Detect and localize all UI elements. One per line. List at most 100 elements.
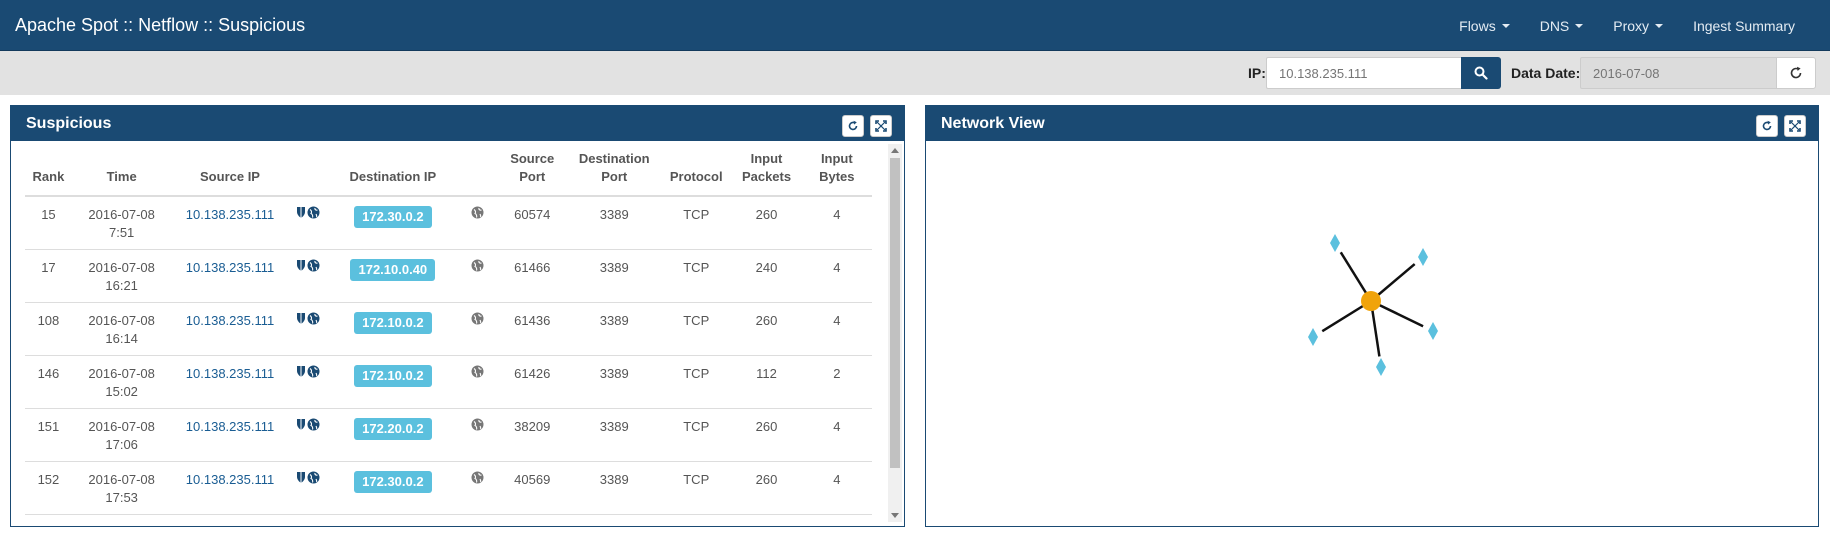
scroll-down-arrow[interactable] [891,513,899,518]
column-header[interactable]: Destination IP [328,142,458,197]
destination-ip-badge[interactable]: 172.30.0.2 [354,206,432,228]
protocol-cell: TCP [661,355,732,409]
reputation-icons[interactable] [296,206,320,219]
nav-item-label: DNS [1539,17,1570,34]
column-header[interactable]: Input Bytes [801,142,872,197]
time-cell: 2016-07-08 16:21 [71,249,172,303]
globe-icon[interactable] [471,365,484,381]
reputation-icons[interactable] [296,418,320,431]
source-ip-link[interactable]: 10.138.235.111 [186,419,274,434]
source-ip-link[interactable]: 10.138.235.111 [186,207,274,222]
reset-date-button[interactable] [1776,57,1816,89]
source-ip-link[interactable]: 10.138.235.111 [186,313,274,328]
ip-input[interactable] [1266,57,1461,89]
destination-ip-badge[interactable]: 172.10.0.40 [350,258,436,281]
destination-ip-badge[interactable]: 172.10.0.2 [354,364,432,387]
source-ip-link[interactable]: 10.138.235.111 [186,366,274,381]
destination-ip-cell: 172.10.0.2 [328,302,458,356]
reputation-icons[interactable] [296,312,320,325]
column-header[interactable]: Source IP [171,142,289,197]
column-header[interactable]: Destination Port [567,142,662,197]
rank-cell: 17 [25,249,72,303]
table-row[interactable]: 15 2016-07-08 7:51 10.138.235.111 172.30.0.2… [25,196,872,250]
destination-port-cell: 3389 [567,249,662,303]
destination-ip-badge[interactable]: 172.10.0.2 [354,311,432,334]
scroll-thumb[interactable] [890,158,900,468]
globe-icon [471,471,484,483]
network-center-node[interactable] [1361,291,1381,311]
source-ip-link[interactable]: 10.138.235.111 [186,260,274,275]
suspicious-table-container[interactable]: Rank Time Source IP Destination IP Source Po… [11,142,904,526]
table-row[interactable]: 17 2016-07-08 16:21 10.138.235.111 172.10.0.… [25,249,872,303]
panel-title: Network View [941,115,1045,132]
protocol-cell: TCP [661,302,732,356]
input-packets-cell: 260 [731,302,802,356]
reload-button[interactable] [1756,115,1778,137]
nav-item-dns[interactable]: DNS [1525,18,1599,34]
reputation-icons[interactable] [296,259,320,272]
rank-cell: 152 [25,461,72,515]
column-header[interactable]: Source Port [497,142,568,197]
table-row[interactable]: 146 2016-07-08 15:02 10.138.235.111 172.10.0… [25,355,872,409]
nav-item-label: Flows [1459,17,1496,34]
app-title[interactable]: Apache Spot :: Netflow :: Suspicious [15,15,305,36]
network-leaf-node[interactable] [1308,328,1318,346]
reload-button[interactable] [842,115,864,137]
expand-button[interactable] [1784,115,1806,137]
time-cell: 2016-07-08 16:14 [71,302,172,356]
table-scrollbar[interactable] [888,144,902,522]
table-row[interactable]: 108 2016-07-08 16:14 10.138.235.111 172.10.0… [25,302,872,356]
column-header[interactable]: Input Packets [731,142,802,197]
source-ip-icons-cell [288,408,329,462]
destination-ip-badge[interactable]: 172.20.0.2 [354,417,432,440]
globe-icon[interactable] [471,259,484,275]
nav-item-label: Ingest Summary [1693,17,1795,34]
source-ip-cell: 10.138.235.111 [171,196,289,250]
column-header[interactable]: Time [71,142,172,197]
source-port-cell: 60574 [497,196,568,250]
nav-item-flows[interactable]: Flows [1444,18,1525,34]
network-leaf-node[interactable] [1330,234,1340,252]
source-ip-icons-cell [288,302,329,356]
source-port-cell: 61426 [497,355,568,409]
nav-item-ingest-summary[interactable]: Ingest Summary [1678,18,1810,34]
table-body: 15 2016-07-08 7:51 10.138.235.111 172.30.0.2… [25,196,872,515]
globe-icon[interactable] [471,312,484,328]
scroll-up-arrow[interactable] [891,148,899,153]
time-text: 16:14 [105,330,138,346]
destination-ip-badge[interactable]: 172.30.0.2 [354,470,432,493]
search-button[interactable] [1461,57,1501,89]
refresh-icon [1762,120,1772,131]
panel-title: Suspicious [26,115,112,132]
column-header[interactable]: Protocol [661,142,732,197]
source-ip-icons-cell [288,196,329,250]
globe-icon[interactable] [471,418,484,434]
globe-icon[interactable] [471,206,484,222]
column-header[interactable] [288,142,329,197]
destination-ip-icons-cell [457,302,498,356]
nav-item-proxy[interactable]: Proxy [1598,18,1678,34]
network-leaf-node[interactable] [1376,358,1386,376]
globe-icon [471,418,484,430]
network-graph[interactable] [926,142,1818,526]
reputation-icons[interactable] [296,365,320,378]
top-navbar: Apache Spot :: Netflow :: Suspicious Flo… [0,0,1830,51]
input-packets-cell: 260 [731,408,802,462]
date-input[interactable] [1580,57,1776,89]
source-ip-link[interactable]: 10.138.235.111 [186,472,274,487]
reputation-icons[interactable] [296,471,320,484]
suspicious-panel-header: Suspicious [11,106,904,141]
globe-icon [307,471,320,483]
network-leaf-node[interactable] [1428,322,1438,340]
table-row[interactable]: 152 2016-07-08 17:53 10.138.235.111 172.30.0… [25,461,872,515]
column-header[interactable] [457,142,498,197]
destination-ip-icons-cell [457,461,498,515]
table-row[interactable]: 151 2016-07-08 17:06 10.138.235.111 172.20.0… [25,408,872,462]
network-leaf-node[interactable] [1418,248,1428,266]
column-header[interactable]: Rank [25,142,72,197]
globe-icon [307,418,320,430]
expand-button[interactable] [870,115,892,137]
protocol-cell: TCP [661,249,732,303]
time-cell: 2016-07-08 7:51 [71,196,172,250]
globe-icon[interactable] [471,471,484,487]
